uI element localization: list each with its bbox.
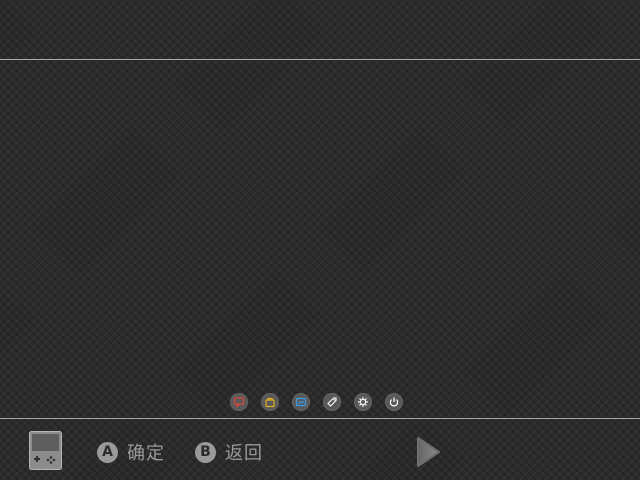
bottom-divider [0, 418, 640, 419]
tag-icon[interactable] [323, 393, 341, 411]
b-button-icon: B [195, 441, 216, 463]
confirm-hint[interactable]: A 确定 [97, 440, 165, 464]
quick-menu-bar [230, 393, 403, 411]
confirm-label: 确定 [127, 443, 165, 464]
handheld-console-icon [29, 431, 62, 470]
arrow-right-icon[interactable] [415, 435, 443, 469]
back-label: 返回 [225, 443, 263, 464]
back-hint[interactable]: B 返回 [195, 440, 263, 464]
cast-icon[interactable] [292, 393, 310, 411]
message-icon[interactable] [230, 393, 248, 411]
power-icon[interactable] [385, 393, 403, 411]
top-divider [0, 59, 640, 60]
a-button-icon: A [97, 441, 118, 463]
bag-icon[interactable] [261, 393, 279, 411]
gear-icon[interactable] [354, 393, 372, 411]
